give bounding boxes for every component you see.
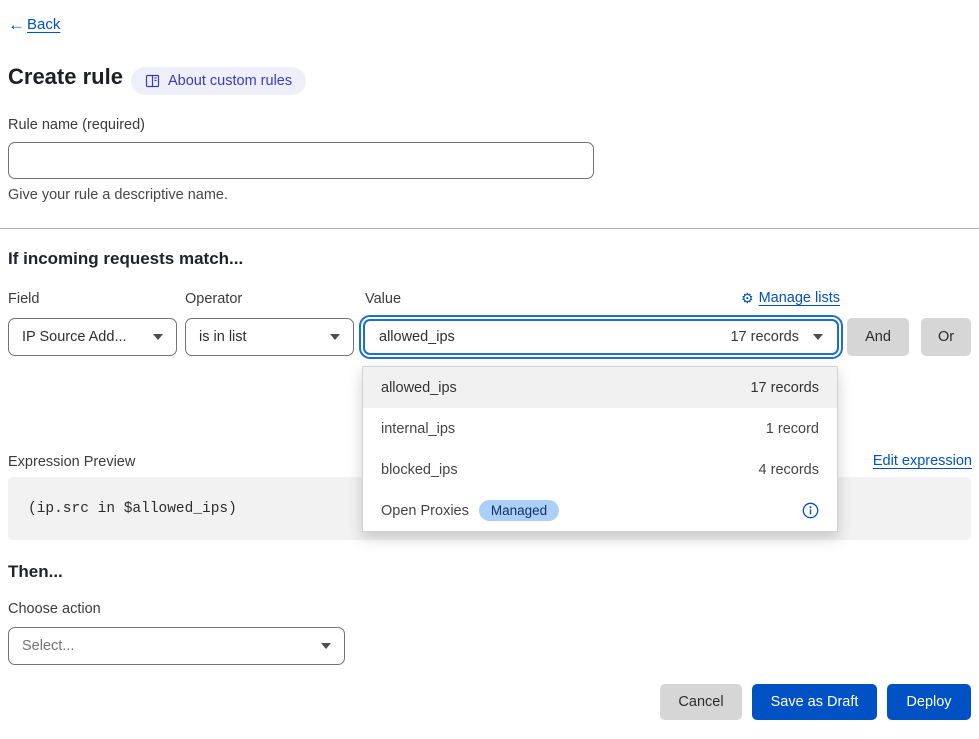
list-item-name: Open Proxies	[381, 503, 469, 519]
list-dropdown: allowed_ips 17 records internal_ips 1 re…	[362, 366, 838, 532]
edit-expression-link[interactable]: Edit expression	[873, 453, 972, 469]
expression-preview-label: Expression Preview	[8, 454, 135, 470]
list-item-open-proxies[interactable]: Open Proxies Managed	[363, 490, 837, 531]
manage-lists-label: Manage lists	[759, 290, 840, 306]
book-icon	[145, 74, 160, 88]
value-select[interactable]: allowed_ips 17 records	[363, 319, 839, 355]
then-section-heading: Then...	[8, 562, 63, 582]
list-item-name: blocked_ips	[381, 462, 458, 478]
back-link[interactable]: ← Back	[8, 16, 60, 33]
operator-select-value: is in list	[199, 329, 247, 345]
manage-lists-link[interactable]: ⚙ Manage lists	[741, 290, 840, 306]
about-custom-rules-label: About custom rules	[168, 73, 292, 89]
list-item-name: internal_ips	[381, 421, 455, 437]
list-item-count: 4 records	[759, 462, 819, 478]
back-arrow-icon: ←	[8, 16, 25, 33]
operator-label: Operator	[185, 291, 242, 307]
operator-select[interactable]: is in list	[185, 318, 354, 356]
expression-code: (ip.src in $allowed_ips)	[28, 501, 237, 517]
value-select-value: allowed_ips	[379, 329, 455, 345]
rule-name-input[interactable]	[8, 142, 594, 179]
chevron-down-icon	[321, 643, 331, 649]
or-button[interactable]: Or	[921, 318, 971, 356]
chevron-down-icon	[330, 334, 340, 340]
list-item-name: allowed_ips	[381, 380, 457, 396]
list-item-internal-ips[interactable]: internal_ips 1 record	[363, 408, 837, 449]
section-divider	[0, 228, 979, 229]
field-label: Field	[8, 291, 39, 307]
cancel-button[interactable]: Cancel	[660, 684, 742, 720]
about-custom-rules-link[interactable]: About custom rules	[131, 67, 306, 95]
deploy-button[interactable]: Deploy	[887, 684, 971, 720]
create-rule-page: ← Back Create rule About custom rules Ru…	[0, 0, 979, 739]
action-select[interactable]: Select...	[8, 627, 345, 665]
value-label: Value	[365, 291, 401, 307]
save-as-draft-button[interactable]: Save as Draft	[752, 684, 877, 720]
page-title: Create rule	[8, 64, 123, 90]
list-item-blocked-ips[interactable]: blocked_ips 4 records	[363, 449, 837, 490]
rule-name-helper-text: Give your rule a descriptive name.	[8, 187, 228, 203]
match-section-heading: If incoming requests match...	[8, 249, 243, 269]
field-select-value: IP Source Add...	[22, 329, 127, 345]
chevron-down-icon	[153, 334, 163, 340]
back-link-label: Back	[27, 16, 60, 33]
field-select[interactable]: IP Source Add...	[8, 318, 177, 356]
choose-action-label: Choose action	[8, 601, 101, 617]
action-select-placeholder: Select...	[22, 638, 74, 654]
gear-icon: ⚙	[741, 291, 754, 305]
list-item-count: 17 records	[750, 380, 819, 396]
managed-badge: Managed	[479, 500, 559, 521]
chevron-down-icon	[813, 334, 823, 340]
list-item-allowed-ips[interactable]: allowed_ips 17 records	[363, 367, 837, 408]
info-icon[interactable]	[802, 502, 819, 519]
rule-name-label: Rule name (required)	[8, 117, 145, 133]
and-button[interactable]: And	[847, 318, 909, 356]
value-select-record-count: 17 records	[730, 329, 799, 345]
list-item-count: 1 record	[766, 421, 819, 437]
